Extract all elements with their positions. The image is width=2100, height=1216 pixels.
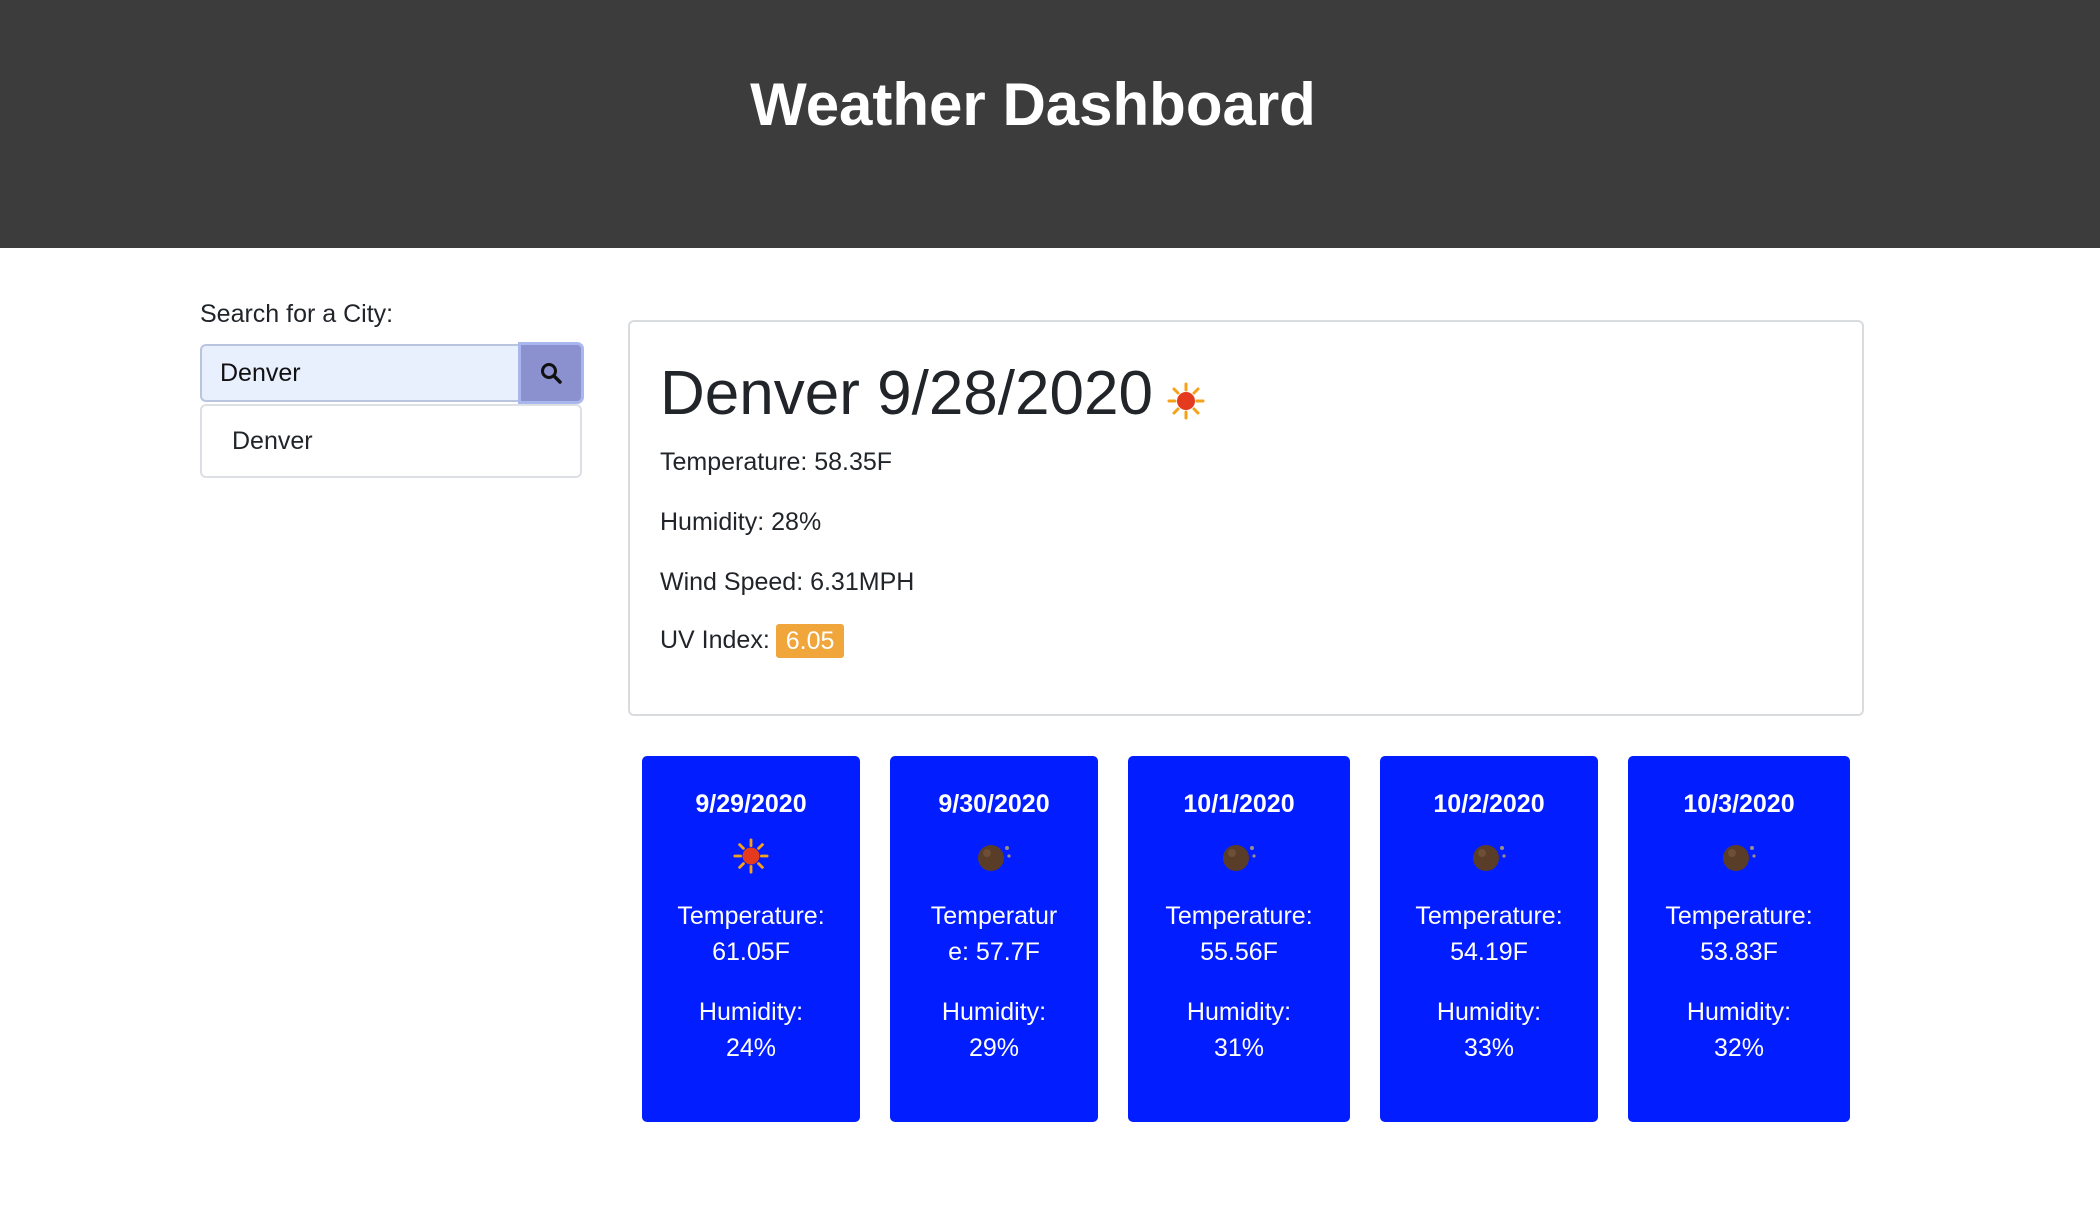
uv-label: UV Index: [660, 626, 770, 654]
search-history-item[interactable]: Denver [232, 426, 313, 456]
forecast-temperature-value: 53.83F [1700, 938, 1778, 966]
current-title: Denver 9/28/2020 [660, 356, 1205, 432]
uv-index-badge: 6.05 [775, 624, 845, 659]
forecast-temperature-label: Temperature: [677, 902, 825, 930]
moon-icon [1723, 845, 1756, 871]
current-temperature: Temperature: 58.35F [660, 448, 893, 476]
forecast-humidity-value: 31% [1213, 1034, 1265, 1062]
forecast-card: 10/2/2020 Temperature: 54.19F Humidity: … [1380, 756, 1598, 1122]
moon-icon [1223, 845, 1256, 871]
search-label: Search for a City: [200, 300, 394, 328]
forecast-temperature-label: Temperatur [930, 902, 1058, 930]
moon-icon [978, 845, 1011, 871]
forecast-humidity-label: Humidity: [698, 998, 804, 1026]
moon-icon [1473, 845, 1506, 871]
current-city: Denver [660, 359, 860, 428]
forecast-date: 10/2/2020 [1433, 790, 1545, 818]
forecast-temperature-value: 55.56F [1200, 938, 1278, 966]
forecast-humidity-label: Humidity: [1686, 998, 1792, 1026]
city-search-input[interactable] [200, 344, 520, 402]
forecast-humidity-label: Humidity: [941, 998, 1047, 1026]
search-icon [541, 363, 562, 384]
page-header: Weather Dashboard [0, 0, 2100, 248]
forecast-date: 9/29/2020 [695, 790, 807, 818]
current-date: 9/28/2020 [877, 359, 1153, 428]
page-title: Weather Dashboard [750, 71, 1316, 138]
forecast-date: 10/1/2020 [1183, 790, 1295, 818]
forecast-date: 10/3/2020 [1683, 790, 1795, 818]
forecast-temperature-label: Temperature: [1665, 902, 1813, 930]
current-uv-row: UV Index: 6.05 [660, 624, 845, 659]
forecast-humidity-value: 33% [1463, 1034, 1515, 1062]
forecast-card: 10/1/2020 Temperature: 55.56F Humidity: … [1128, 756, 1350, 1122]
forecast-temperature-value: 61.05F [712, 938, 790, 966]
forecast-temperature-value: 54.19F [1450, 938, 1528, 966]
forecast-temperature-value: e: 57.7F [948, 938, 1040, 966]
forecast-date: 9/30/2020 [938, 790, 1050, 818]
sun-icon [733, 838, 769, 874]
forecast-card: 9/30/2020 Temperatur e: 57.7F Humidity: … [890, 756, 1098, 1122]
search-button[interactable] [518, 342, 584, 404]
forecast-humidity-value: 24% [725, 1034, 777, 1062]
forecast-temperature-label: Temperature: [1415, 902, 1563, 930]
current-wind-speed: Wind Speed: 6.31MPH [660, 568, 915, 596]
search-history-list: Denver [200, 404, 582, 478]
forecast-card: 10/3/2020 Temperature: 53.83F Humidity: … [1628, 756, 1850, 1122]
forecast-humidity-value: 32% [1713, 1034, 1765, 1062]
forecast-humidity-value: 29% [968, 1034, 1020, 1062]
forecast-humidity-label: Humidity: [1436, 998, 1542, 1026]
forecast-temperature-label: Temperature: [1165, 902, 1313, 930]
forecast-card: 9/29/2020 Temperature: 61.05F Humidity: … [642, 756, 860, 1122]
forecast-humidity-label: Humidity: [1186, 998, 1292, 1026]
sun-icon [1167, 382, 1205, 420]
current-weather-card: Denver 9/28/2020 Temperature: 58.35F Hum… [628, 320, 1864, 716]
current-humidity: Humidity: 28% [660, 508, 822, 536]
